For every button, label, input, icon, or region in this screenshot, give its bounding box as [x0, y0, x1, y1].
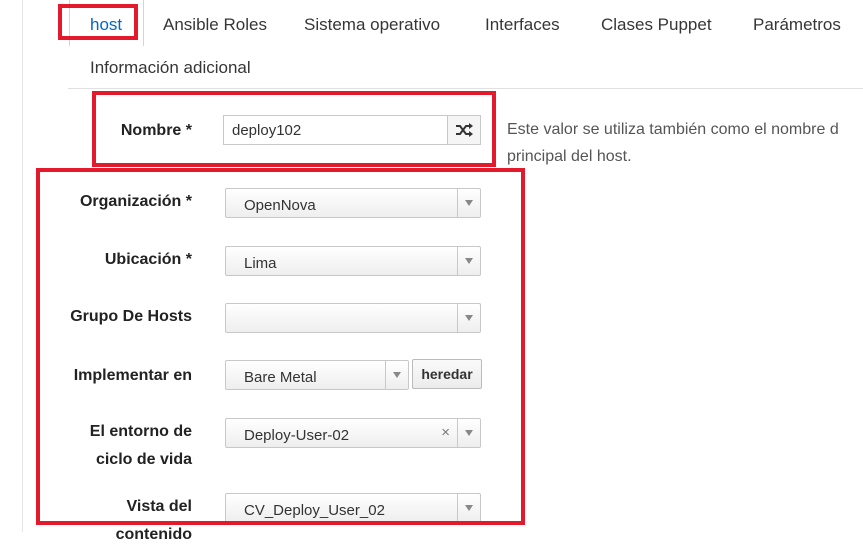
- organization-label: Organización *: [79, 193, 192, 210]
- name-input[interactable]: deploy102: [223, 115, 481, 145]
- tab-host[interactable]: host: [90, 15, 122, 35]
- lifecycle-env-label-line-2: ciclo de vida: [95, 451, 192, 468]
- shuffle-icon: [456, 123, 473, 137]
- tab-interfaces[interactable]: Interfaces: [485, 15, 560, 35]
- name-help-line-2: principal del host.: [507, 148, 632, 165]
- deploy-on-value: Bare Metal: [244, 369, 317, 386]
- name-help-line-1: Este valor se utiliza también como el no…: [507, 121, 839, 138]
- tab-parameters[interactable]: Parámetros: [753, 15, 841, 35]
- tab-puppet-classes[interactable]: Clases Puppet: [601, 15, 712, 35]
- chevron-down-icon: [457, 419, 480, 447]
- name-help-text: Este valor se utiliza también como el no…: [507, 116, 839, 170]
- organization-select[interactable]: OpenNova: [225, 188, 481, 218]
- deploy-on-label: Implementar en: [73, 367, 192, 384]
- content-view-value: CV_Deploy_User_02: [244, 502, 385, 519]
- lifecycle-env-label-line-1: El entorno de: [89, 423, 192, 440]
- tab-operating-system[interactable]: Sistema operativo: [304, 15, 440, 35]
- location-label: Ubicación *: [104, 251, 192, 268]
- chevron-down-icon: [457, 247, 480, 275]
- inherit-button[interactable]: heredar: [412, 359, 482, 389]
- organization-value: OpenNova: [244, 197, 316, 214]
- chevron-down-icon: [385, 361, 408, 389]
- tabs-divider: [68, 88, 863, 89]
- content-view-select[interactable]: CV_Deploy_User_02: [225, 493, 481, 523]
- content-view-label-line-1: Vista del: [126, 498, 192, 515]
- lifecycle-env-value: Deploy-User-02: [244, 427, 350, 444]
- content-view-label-line-2: contenido: [115, 526, 192, 543]
- chevron-down-icon: [457, 304, 480, 332]
- name-input-value: deploy102: [232, 122, 302, 139]
- name-label: Nombre *: [120, 122, 192, 139]
- hostgroup-select[interactable]: [225, 303, 481, 333]
- clear-icon[interactable]: ×: [441, 424, 450, 441]
- lifecycle-env-select[interactable]: Deploy-User-02 ×: [225, 418, 481, 448]
- content-view-label: Vista del contenido: [40, 493, 192, 549]
- randomize-name-button[interactable]: [447, 116, 480, 144]
- tab-ansible-roles[interactable]: Ansible Roles: [163, 15, 267, 35]
- location-value: Lima: [244, 255, 277, 272]
- hostgroup-label: Grupo De Hosts: [70, 308, 192, 325]
- page-left-border: [22, 0, 23, 532]
- chevron-down-icon: [457, 494, 480, 522]
- deploy-on-select[interactable]: Bare Metal: [225, 360, 409, 390]
- location-select[interactable]: Lima: [225, 246, 481, 276]
- chevron-down-icon: [457, 189, 480, 217]
- tab-additional-info[interactable]: Información adicional: [90, 58, 251, 78]
- lifecycle-env-label: El entorno de ciclo de vida: [40, 418, 192, 474]
